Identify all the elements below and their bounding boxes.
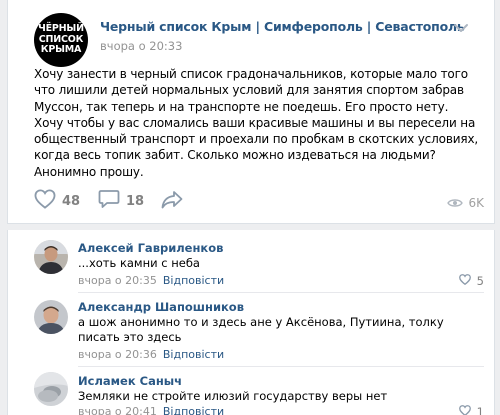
comment-time[interactable]: вчора о 20:35: [78, 274, 157, 287]
comment-count: 18: [126, 193, 145, 209]
heart-icon: [34, 189, 56, 213]
post-actions: 48 18 6K: [34, 189, 484, 214]
avatar[interactable]: [34, 300, 68, 334]
views-counter: 6K: [447, 192, 484, 214]
group-logo-line-3: КРЫМА: [40, 44, 82, 56]
comment-like-button[interactable]: 5: [458, 274, 484, 288]
heart-icon: [458, 405, 477, 415]
like-count: 48: [62, 193, 81, 209]
comment-author-link[interactable]: Исламек Саныч: [78, 374, 182, 388]
comment-text: ...хоть камни с неба: [78, 256, 200, 270]
comment-like-count: 1: [476, 405, 484, 415]
comment-author-link[interactable]: Алексей Гавриленков: [78, 241, 223, 255]
comment-author-link[interactable]: Александр Шапошников: [78, 300, 244, 314]
comment-like-count: 5: [476, 274, 484, 288]
group-avatar[interactable]: ЧЁРНЫЙ СПИСОК КРЫМА: [34, 13, 88, 67]
post-card: ЧЁРНЫЙ СПИСОК КРЫМА Черный список Крым |…: [7, 0, 495, 224]
post-text: Хочу занести в черный список градоначаль…: [34, 67, 479, 179]
post-header: ЧЁРНЫЙ СПИСОК КРЫМА Черный список Крым |…: [34, 13, 474, 69]
chevron-down-icon[interactable]: [452, 19, 474, 35]
comment-icon: [98, 189, 120, 213]
comment-meta: вчора о 20:41 Відповісти: [78, 405, 224, 415]
comment-time[interactable]: вчора о 20:41: [78, 405, 157, 415]
group-name-link[interactable]: Черный список Крым | Симферополь | Севас…: [100, 19, 465, 34]
avatar[interactable]: [34, 372, 68, 406]
comment-meta: вчора о 20:35 Відповісти: [78, 274, 224, 287]
divider: [78, 292, 484, 293]
reply-link[interactable]: Відповісти: [163, 348, 224, 361]
heart-icon: [458, 274, 477, 288]
post-time[interactable]: вчора о 20:33: [100, 39, 182, 53]
comment-meta: вчора о 20:36 Відповісти: [78, 348, 224, 361]
reply-link[interactable]: Відповісти: [163, 274, 224, 287]
share-button[interactable]: [160, 190, 184, 212]
eye-icon: [447, 194, 464, 213]
share-icon: [160, 189, 184, 213]
divider: [78, 366, 484, 367]
comments-card: Алексей Гавриленков ...хоть камни с неба…: [7, 230, 495, 415]
comment-text: а шож анонимно то и здесь ане у Аксёнова…: [78, 315, 444, 344]
views-count: 6K: [468, 196, 484, 210]
reply-link[interactable]: Відповісти: [163, 405, 224, 415]
comment-like-button[interactable]: 1: [458, 405, 484, 415]
like-button[interactable]: 48: [34, 189, 81, 213]
comment-button[interactable]: 18: [98, 190, 144, 212]
avatar[interactable]: [34, 240, 68, 274]
comment-time[interactable]: вчора о 20:36: [78, 348, 157, 361]
comment-text: Земляки не стройте илюзий государству ве…: [78, 389, 388, 403]
